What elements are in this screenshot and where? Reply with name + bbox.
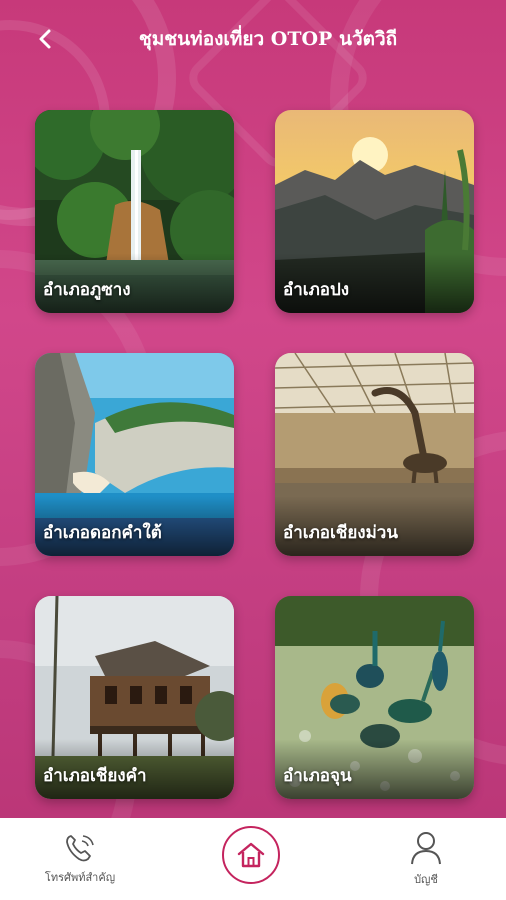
district-card-dok-kham-tai[interactable]: อำเภอดอกคำใต้	[35, 353, 234, 556]
district-label: อำเภอภูซาง	[43, 280, 131, 300]
district-card-chiang-kham[interactable]: อำเภอเชียงคำ	[35, 596, 234, 799]
district-label: อำเภอปง	[283, 280, 350, 300]
district-label: อำเภอดอกคำใต้	[43, 523, 162, 543]
district-label: อำเภอเชียงคำ	[43, 766, 147, 786]
user-icon	[411, 832, 441, 865]
district-card-pong[interactable]: อำเภอปง	[275, 110, 474, 313]
back-button[interactable]	[28, 22, 62, 56]
app-screen: ชุมชนท่องเที่ยว OTOP นวัตวิถี อำเภอภูซาง	[0, 0, 506, 900]
chevron-left-icon	[39, 29, 51, 49]
page-title: ชุมชนท่องเที่ยว OTOP นวัตวิถี	[138, 28, 398, 50]
home-button[interactable]	[222, 826, 280, 884]
nav-account[interactable]: บัญชี	[356, 818, 496, 900]
home-icon	[237, 842, 265, 868]
nav-label: โทรศัพท์สำคัญ	[44, 871, 116, 884]
district-card-chun[interactable]: อำเภอจุน	[275, 596, 474, 799]
district-card-phu-sang[interactable]: อำเภอภูซาง	[35, 110, 234, 313]
district-label: อำเภอเชียงม่วน	[283, 523, 398, 543]
bottom-nav: โทรศัพท์สำคัญ บัญชี	[0, 818, 506, 900]
nav-label: บัญชี	[414, 873, 438, 886]
phone-icon	[66, 835, 94, 862]
district-card-chiang-muan[interactable]: อำเภอเชียงม่วน	[275, 353, 474, 556]
district-label: อำเภอจุน	[283, 766, 352, 786]
header: ชุมชนท่องเที่ยว OTOP นวัตวิถี	[0, 16, 506, 66]
nav-important-phone[interactable]: โทรศัพท์สำคัญ	[10, 818, 150, 900]
